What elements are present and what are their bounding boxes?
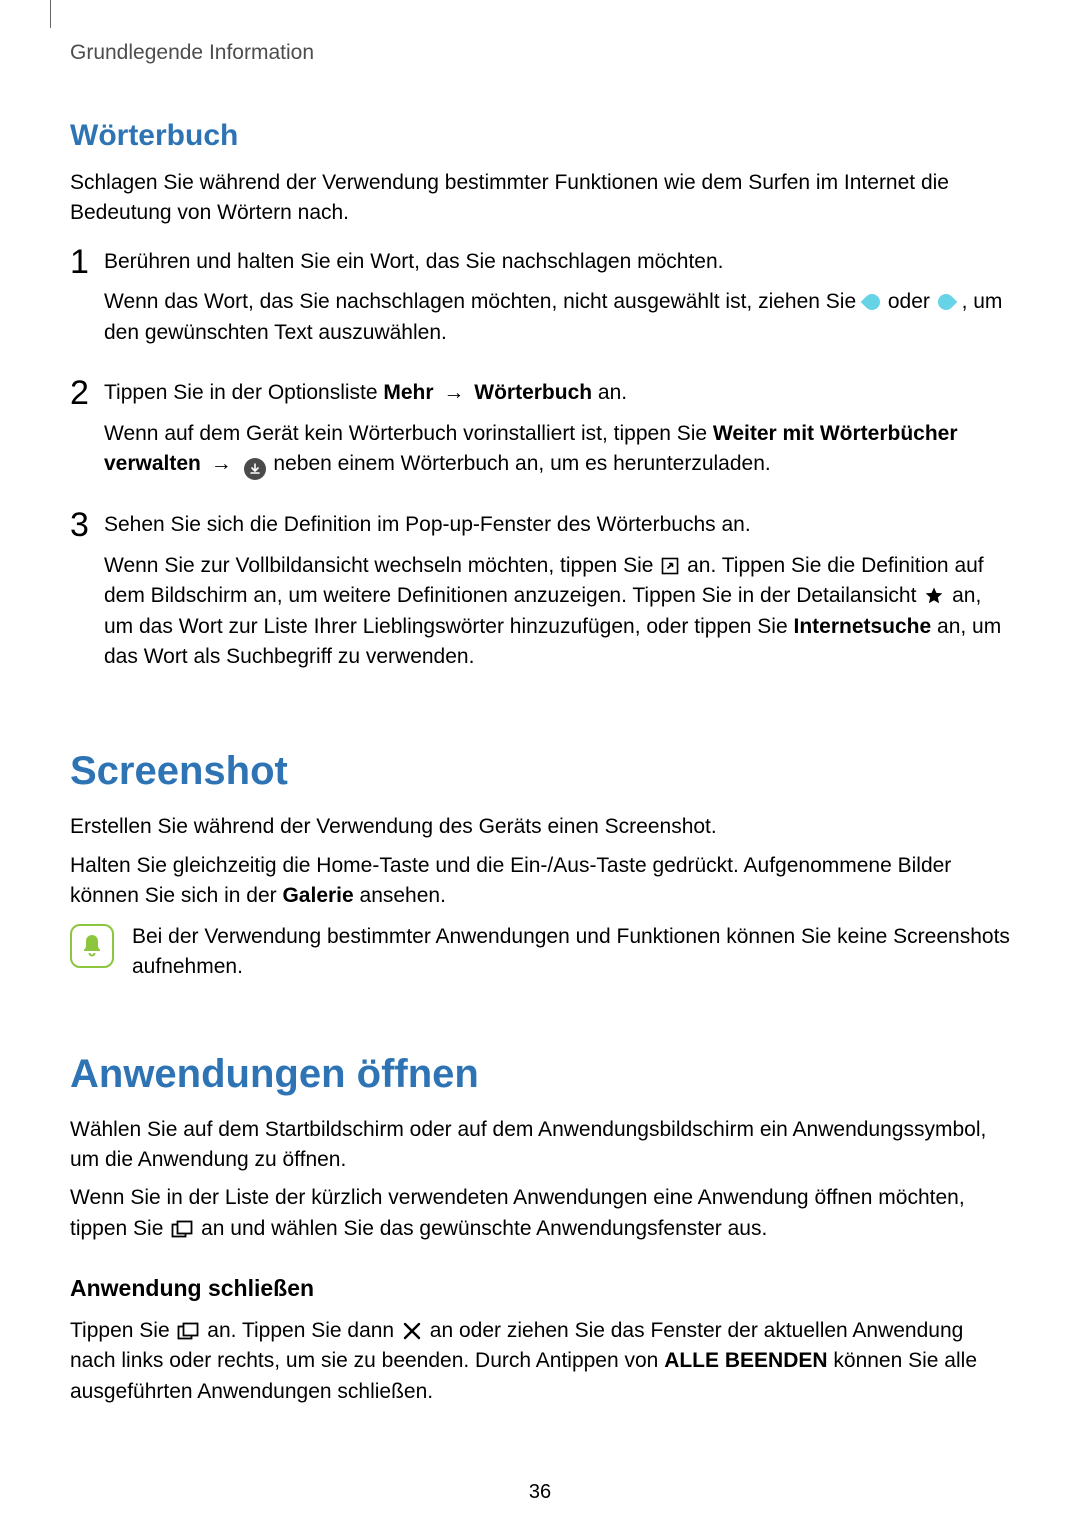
text: Wenn das Wort, das Sie nachschlagen möch…	[104, 290, 862, 313]
step-number: 3	[70, 508, 104, 542]
recent-apps-icon	[177, 1322, 199, 1340]
bold-text: Mehr	[383, 381, 433, 404]
bold-text: Wörterbuch	[474, 381, 592, 404]
note-callout: Bei der Verwendung bestimmter Anwendunge…	[70, 922, 1010, 983]
step-list: 1 Berühren und halten Sie ein Wort, das …	[70, 247, 1010, 681]
text: an oder ziehen Sie das Fenster der aktue…	[70, 1319, 963, 1372]
text: Tippen Sie in der Optionsliste	[104, 381, 383, 404]
screenshot-p1: Erstellen Sie während der Verwendung des…	[70, 812, 1010, 842]
step-2-sub: Wenn auf dem Gerät kein Wörterbuch vorin…	[104, 419, 1010, 480]
note-text: Bei der Verwendung bestimmter Anwendunge…	[132, 922, 1010, 983]
screenshot-p2: Halten Sie gleichzeitig die Home-Taste u…	[70, 851, 1010, 912]
bold-text: Galerie	[282, 884, 353, 907]
step-1-lead: Berühren und halten Sie ein Wort, das Si…	[104, 250, 724, 273]
apps-p3: Tippen Sie an. Tippen Sie dann an oder z…	[70, 1316, 1010, 1407]
heading-screenshot: Screenshot	[70, 742, 1010, 800]
heading-close-app: Anwendung schließen	[70, 1272, 1010, 1305]
bold-text: Internetsuche	[793, 615, 931, 638]
breadcrumb: Grundlegende Information	[70, 38, 1010, 68]
fullscreen-icon	[661, 557, 679, 575]
text: Wenn Sie zur Vollbildansicht wechseln mö…	[104, 554, 659, 577]
arrow-icon: →	[207, 452, 236, 475]
page-number: 36	[0, 1478, 1080, 1507]
text: Halten Sie gleichzeitig die Home-Taste u…	[70, 854, 951, 907]
step-number: 2	[70, 376, 104, 410]
selection-handle-left-icon	[864, 287, 880, 317]
step-3: 3 Sehen Sie sich die Definition im Pop-u…	[70, 510, 1010, 680]
note-icon	[70, 924, 114, 968]
step-number: 1	[70, 245, 104, 279]
step-1-sub: Wenn das Wort, das Sie nachschlagen möch…	[104, 287, 1010, 348]
star-icon	[924, 586, 944, 606]
text: neben einem Wörterbuch an, um es herunte…	[273, 452, 770, 475]
step-3-sub: Wenn Sie zur Vollbildansicht wechseln mö…	[104, 551, 1010, 673]
download-icon	[244, 458, 266, 480]
apps-p2: Wenn Sie in der Liste der kürzlich verwe…	[70, 1183, 1010, 1244]
text: an und wählen Sie das gewünschte Anwendu…	[201, 1217, 767, 1240]
dict-intro: Schlagen Sie während der Verwendung best…	[70, 168, 1010, 229]
text: Wenn auf dem Gerät kein Wörterbuch vorin…	[104, 422, 713, 445]
close-icon	[402, 1321, 422, 1341]
text: an. Tippen Sie dann	[207, 1319, 400, 1342]
step-2: 2 Tippen Sie in der Optionsliste Mehr → …	[70, 378, 1010, 488]
text: oder	[888, 290, 936, 313]
recent-apps-icon	[171, 1220, 193, 1238]
text: an.	[598, 381, 627, 404]
text: Tippen Sie	[70, 1319, 175, 1342]
heading-worterbuch: Wörterbuch	[70, 114, 1010, 158]
bold-text: ALLE BEENDEN	[664, 1349, 827, 1372]
hairline-decoration	[50, 0, 51, 28]
heading-apps: Anwendungen öffnen	[70, 1045, 1010, 1103]
step-2-lead: Tippen Sie in der Optionsliste Mehr → Wö…	[104, 381, 627, 404]
step-1: 1 Berühren und halten Sie ein Wort, das …	[70, 247, 1010, 357]
apps-p1: Wählen Sie auf dem Startbildschirm oder …	[70, 1115, 1010, 1176]
step-3-lead: Sehen Sie sich die Definition im Pop-up-…	[104, 513, 751, 536]
text: ansehen.	[354, 884, 446, 907]
arrow-icon: →	[439, 381, 468, 404]
manual-page: Grundlegende Information Wörterbuch Schl…	[0, 0, 1080, 1527]
selection-handle-right-icon	[938, 287, 954, 317]
